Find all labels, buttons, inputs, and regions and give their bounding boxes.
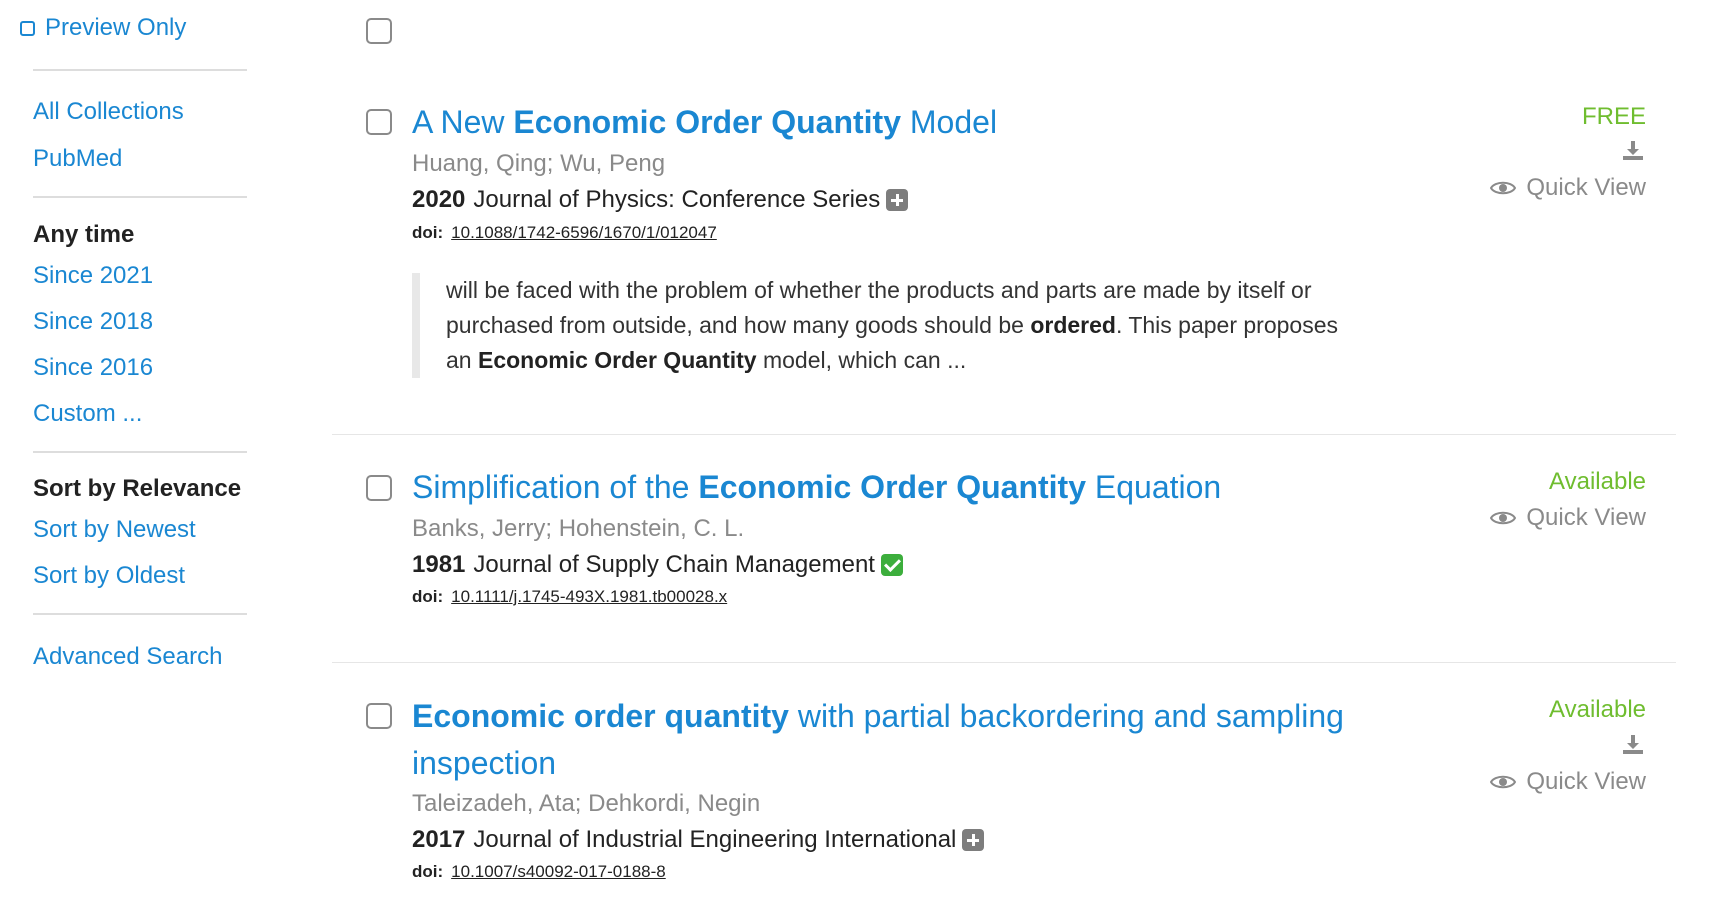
doi-link[interactable]: 10.1111/j.1745-493X.1981.tb00028.x: [451, 587, 727, 606]
access-badge: Available: [1549, 696, 1646, 723]
title-highlight[interactable]: Economic Order Quantity: [698, 469, 1086, 505]
result-doi: doi: 10.1088/1742-6596/1670/1/012047: [412, 223, 717, 243]
eye-icon: [1490, 181, 1517, 195]
filter-since-2016[interactable]: Since 2016: [33, 354, 153, 382]
download-icon[interactable]: [1622, 139, 1644, 161]
filter-custom[interactable]: Custom ...: [33, 400, 142, 428]
title-text[interactable]: A New: [412, 104, 513, 140]
doi-label: doi:: [412, 862, 444, 881]
result-year: 2020: [412, 186, 466, 213]
journal-name: Journal of Industrial Engineering Intern…: [473, 826, 957, 853]
quick-view-label[interactable]: Quick View: [1526, 174, 1646, 202]
journal-name: Journal of Physics: Conference Series: [473, 186, 881, 213]
result-authors: Taleizadeh, Ata; Dehkordi, Negin: [412, 790, 761, 817]
divider: [33, 451, 247, 453]
result-journal: 2020 Journal of Physics: Conference Seri…: [412, 186, 909, 214]
quick-view-button[interactable]: Quick View: [1490, 174, 1646, 202]
title-text[interactable]: Simplification of the: [412, 469, 698, 505]
download-icon[interactable]: [1622, 733, 1644, 755]
divider: [33, 613, 247, 615]
quick-view-button[interactable]: Quick View: [1490, 504, 1646, 532]
eye-icon: [1490, 775, 1517, 789]
result-year: 1981: [412, 551, 466, 578]
journal-name: Journal of Supply Chain Management: [473, 551, 875, 578]
result-doi: doi: 10.1007/s40092-017-0188-8: [412, 862, 666, 882]
check-icon: [880, 554, 903, 576]
result-separator: [332, 434, 1676, 435]
doi-link[interactable]: 10.1088/1742-6596/1670/1/012047: [451, 223, 717, 242]
result-doi: doi: 10.1111/j.1745-493X.1981.tb00028.x: [412, 587, 727, 607]
plus-icon[interactable]: [962, 829, 985, 851]
select-all-checkbox[interactable]: [366, 18, 392, 44]
divider: [33, 69, 247, 71]
result-checkbox[interactable]: [366, 109, 392, 135]
result-journal: 1981 Journal of Supply Chain Management: [412, 551, 903, 579]
snippet-highlight: ordered: [1030, 312, 1116, 338]
title-text[interactable]: Equation: [1086, 469, 1221, 505]
title-text[interactable]: Model: [901, 104, 997, 140]
result-authors: Huang, Qing; Wu, Peng: [412, 150, 666, 177]
quick-view-label[interactable]: Quick View: [1526, 504, 1646, 532]
preview-only-toggle[interactable]: Preview Only: [20, 14, 186, 42]
filter-since-2021[interactable]: Since 2021: [33, 262, 153, 290]
result-checkbox[interactable]: [366, 703, 392, 729]
snippet-highlight: Economic Order Quantity: [477, 347, 757, 373]
doi-label: doi:: [412, 223, 444, 242]
sort-heading: Sort by Relevance: [33, 475, 242, 502]
divider: [33, 196, 247, 198]
result-title[interactable]: A New Economic Order Quantity Model: [412, 99, 1352, 146]
result-title[interactable]: Simplification of the Economic Order Qua…: [412, 464, 1352, 511]
result-year: 2017: [412, 826, 466, 853]
sort-oldest[interactable]: Sort by Oldest: [33, 562, 185, 590]
collection-all[interactable]: All Collections: [33, 98, 184, 126]
access-badge: Available: [1549, 468, 1646, 495]
plus-icon[interactable]: [886, 189, 909, 211]
title-highlight[interactable]: Economic Order Quantity: [513, 104, 901, 140]
result-title[interactable]: Economic order quantity with partial bac…: [412, 693, 1352, 787]
doi-label: doi:: [412, 587, 444, 606]
result-journal: 2017 Journal of Industrial Engineering I…: [412, 826, 985, 854]
sort-newest[interactable]: Sort by Newest: [33, 516, 196, 544]
result-authors: Banks, Jerry; Hohenstein, C. L.: [412, 515, 745, 542]
preview-only-label[interactable]: Preview Only: [45, 14, 186, 42]
eye-icon: [1490, 511, 1517, 525]
quick-view-button[interactable]: Quick View: [1490, 768, 1646, 796]
checkbox-icon[interactable]: [20, 20, 35, 36]
quick-view-label[interactable]: Quick View: [1526, 768, 1646, 796]
collection-pubmed[interactable]: PubMed: [33, 145, 122, 173]
result-checkbox[interactable]: [366, 475, 392, 501]
snippet-text: model, which can ...: [756, 347, 967, 373]
result-separator: [332, 662, 1676, 663]
access-badge: FREE: [1581, 103, 1646, 130]
doi-link[interactable]: 10.1007/s40092-017-0188-8: [451, 862, 666, 881]
title-highlight[interactable]: Economic order quantity: [412, 698, 789, 734]
time-heading: Any time: [33, 221, 135, 248]
result-snippet: will be faced with the problem of whethe…: [412, 273, 1356, 378]
advanced-search-link[interactable]: Advanced Search: [33, 643, 222, 671]
filter-since-2018[interactable]: Since 2018: [33, 308, 153, 336]
